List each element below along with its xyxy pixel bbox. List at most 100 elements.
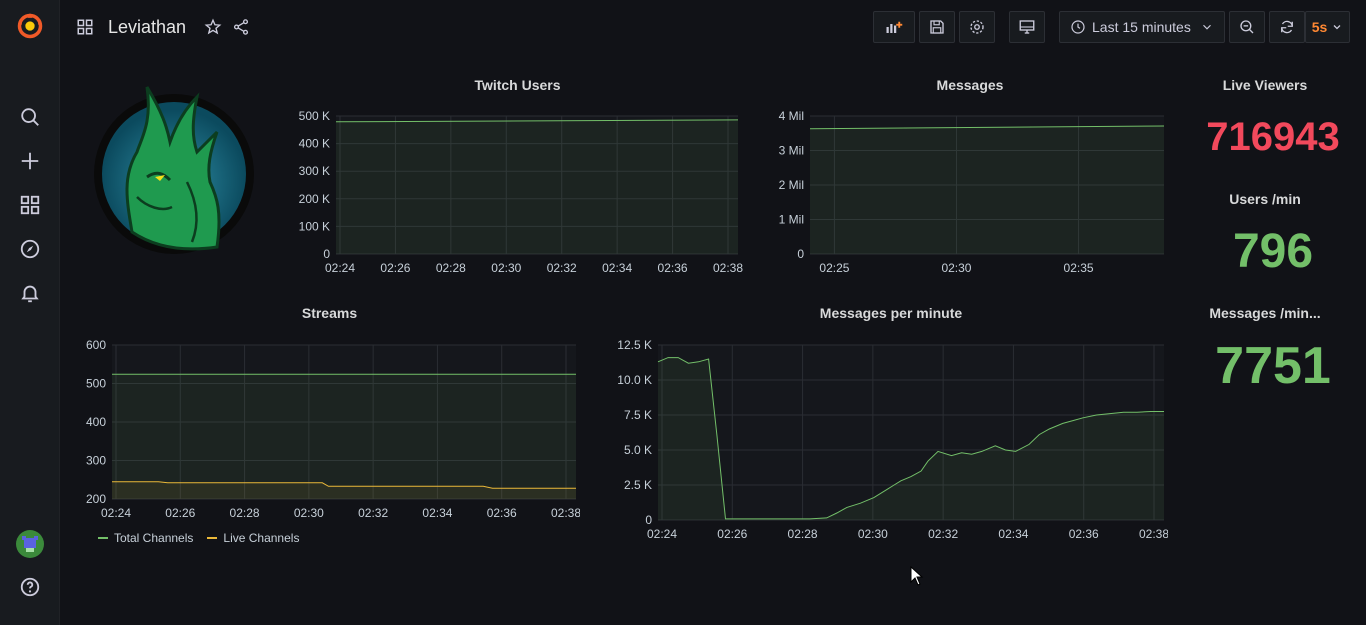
legend-item-live-channels[interactable]: Live Channels xyxy=(207,531,299,545)
x-tick-label: 02:32 xyxy=(547,261,577,275)
y-tick-label: 100 K xyxy=(299,219,330,233)
add-panel-button[interactable] xyxy=(873,11,915,43)
chevron-down-icon xyxy=(1203,24,1211,30)
messages-panel-title[interactable]: Messages xyxy=(770,77,1170,93)
messages-per-min-value: 7751 xyxy=(1215,337,1331,395)
x-tick-label: 02:26 xyxy=(717,527,747,541)
x-tick-label: 02:32 xyxy=(928,527,958,541)
y-tick-label: 10.0 K xyxy=(617,373,652,387)
x-tick-label: 02:24 xyxy=(325,261,355,275)
dashboard-settings-button[interactable] xyxy=(959,11,995,43)
plus-icon[interactable] xyxy=(0,141,60,181)
refresh-icon xyxy=(1281,20,1293,34)
share-icon[interactable] xyxy=(232,18,250,36)
y-tick-label: 500 K xyxy=(299,109,330,123)
x-tick-label: 02:24 xyxy=(101,506,131,520)
dashboards-icon[interactable] xyxy=(0,185,60,225)
x-tick-label: 02:28 xyxy=(436,261,466,275)
x-tick-label: 02:36 xyxy=(1069,527,1099,541)
refresh-interval-picker[interactable]: 5s xyxy=(1305,11,1350,43)
time-range-label: Last 15 minutes xyxy=(1092,19,1191,35)
zoom-out-icon xyxy=(1240,20,1254,34)
y-tick-label: 200 xyxy=(86,492,106,506)
legend-item-total-channels[interactable]: Total Channels xyxy=(98,531,193,545)
x-tick-label: 02:30 xyxy=(294,506,324,520)
chevron-down-icon xyxy=(1333,25,1341,30)
sidebar xyxy=(0,0,60,625)
x-tick-label: 02:36 xyxy=(487,506,517,520)
dashboard-navbar: Leviathan Last 15 minutes 5s xyxy=(60,0,1366,54)
x-tick-label: 02:28 xyxy=(788,527,818,541)
streams-chart[interactable]: 200 300 400 500 600 02:24 02:26 02:28 02:30 02:32… xyxy=(80,334,580,524)
series-area-fill xyxy=(336,119,738,255)
users-per-min-label[interactable]: Users /min xyxy=(1180,191,1350,207)
zoom-out-button[interactable] xyxy=(1229,11,1265,43)
alerting-bell-icon[interactable] xyxy=(0,273,60,313)
legend-label: Live Channels xyxy=(223,531,300,545)
live-viewers-label[interactable]: Live Viewers xyxy=(1180,77,1350,93)
x-tick-label: 02:38 xyxy=(1139,527,1168,541)
y-tick-label: 2.5 K xyxy=(624,478,652,492)
y-tick-label: 7.5 K xyxy=(624,408,652,422)
star-icon[interactable] xyxy=(204,18,222,36)
add-panel-icon xyxy=(886,21,903,33)
y-tick-label: 200 K xyxy=(299,192,330,206)
twitch-users-panel-title[interactable]: Twitch Users xyxy=(290,77,745,93)
twitch-users-chart[interactable]: 0 100 K 200 K 300 K 400 K 500 K 02:24 02:26 02:2… xyxy=(290,104,745,276)
x-tick-label: 02:30 xyxy=(858,527,888,541)
dashboard-grid-icon xyxy=(77,19,93,35)
breadcrumb: Leviathan xyxy=(76,14,250,40)
y-tick-label: 0 xyxy=(797,247,804,261)
x-tick-label: 02:30 xyxy=(941,261,971,275)
y-tick-label: 400 K xyxy=(299,137,330,151)
y-tick-label: 5.0 K xyxy=(624,443,652,457)
x-tick-label: 02:38 xyxy=(713,261,743,275)
series-area-fill xyxy=(810,126,1164,254)
series-area-fill xyxy=(112,374,576,499)
x-tick-label: 02:25 xyxy=(819,261,849,275)
grafana-logo-icon[interactable] xyxy=(0,6,60,46)
leviathan-logo-panel xyxy=(92,82,256,258)
streams-panel-title[interactable]: Streams xyxy=(82,305,577,321)
users-per-min-value: 796 xyxy=(1232,225,1314,278)
messages-per-min-label[interactable]: Messages /min... xyxy=(1180,305,1350,321)
live-viewers-value: 716943 xyxy=(1206,115,1340,159)
time-range-picker[interactable]: Last 15 minutes xyxy=(1059,11,1225,43)
x-tick-label: 02:32 xyxy=(358,506,388,520)
y-tick-label: 0 xyxy=(323,247,330,261)
messages-per-minute-panel-title[interactable]: Messages per minute xyxy=(617,305,1165,321)
y-tick-label: 3 Mil xyxy=(779,144,804,158)
x-tick-label: 02:26 xyxy=(380,261,410,275)
x-tick-label: 02:34 xyxy=(998,527,1028,541)
x-tick-label: 02:35 xyxy=(1064,261,1094,275)
legend-label: Total Channels xyxy=(114,531,194,545)
x-tick-label: 02:34 xyxy=(602,261,632,275)
y-tick-label: 300 K xyxy=(299,164,330,178)
grafana-app: Leviathan Last 15 minutes 5s Twitch User… xyxy=(0,0,1366,625)
messages-per-minute-chart[interactable]: 0 2.5 K 5.0 K 7.5 K 10.0 K 12.5 K 02:24 02:26 02… xyxy=(612,334,1168,544)
y-tick-label: 300 xyxy=(86,454,106,468)
y-tick-label: 600 xyxy=(86,338,106,352)
y-tick-label: 0 xyxy=(645,513,652,527)
legend-swatch xyxy=(98,537,108,539)
tv-mode-button[interactable] xyxy=(1009,11,1045,43)
x-tick-label: 02:24 xyxy=(647,527,677,541)
x-tick-label: 02:30 xyxy=(491,261,521,275)
mouse-cursor-icon xyxy=(910,566,924,586)
explore-compass-icon[interactable] xyxy=(0,229,60,269)
refresh-interval-label: 5s xyxy=(1311,19,1328,35)
y-tick-label: 500 xyxy=(86,377,106,391)
save-icon xyxy=(930,20,944,34)
page-title[interactable]: Leviathan xyxy=(108,17,186,38)
search-icon[interactable] xyxy=(0,97,60,137)
refresh-button[interactable] xyxy=(1269,11,1305,43)
leviathan-dragon-logo xyxy=(94,86,254,254)
help-icon[interactable] xyxy=(0,567,60,607)
x-tick-label: 02:36 xyxy=(658,261,688,275)
save-dashboard-button[interactable] xyxy=(919,11,955,43)
messages-chart[interactable]: 0 1 Mil 2 Mil 3 Mil 4 Mil 02:25 02:30 02:35 xyxy=(770,104,1170,276)
gear-icon xyxy=(970,20,984,34)
x-tick-label: 02:38 xyxy=(551,506,580,520)
y-tick-label: 2 Mil xyxy=(779,178,804,192)
user-avatar[interactable] xyxy=(0,524,60,564)
